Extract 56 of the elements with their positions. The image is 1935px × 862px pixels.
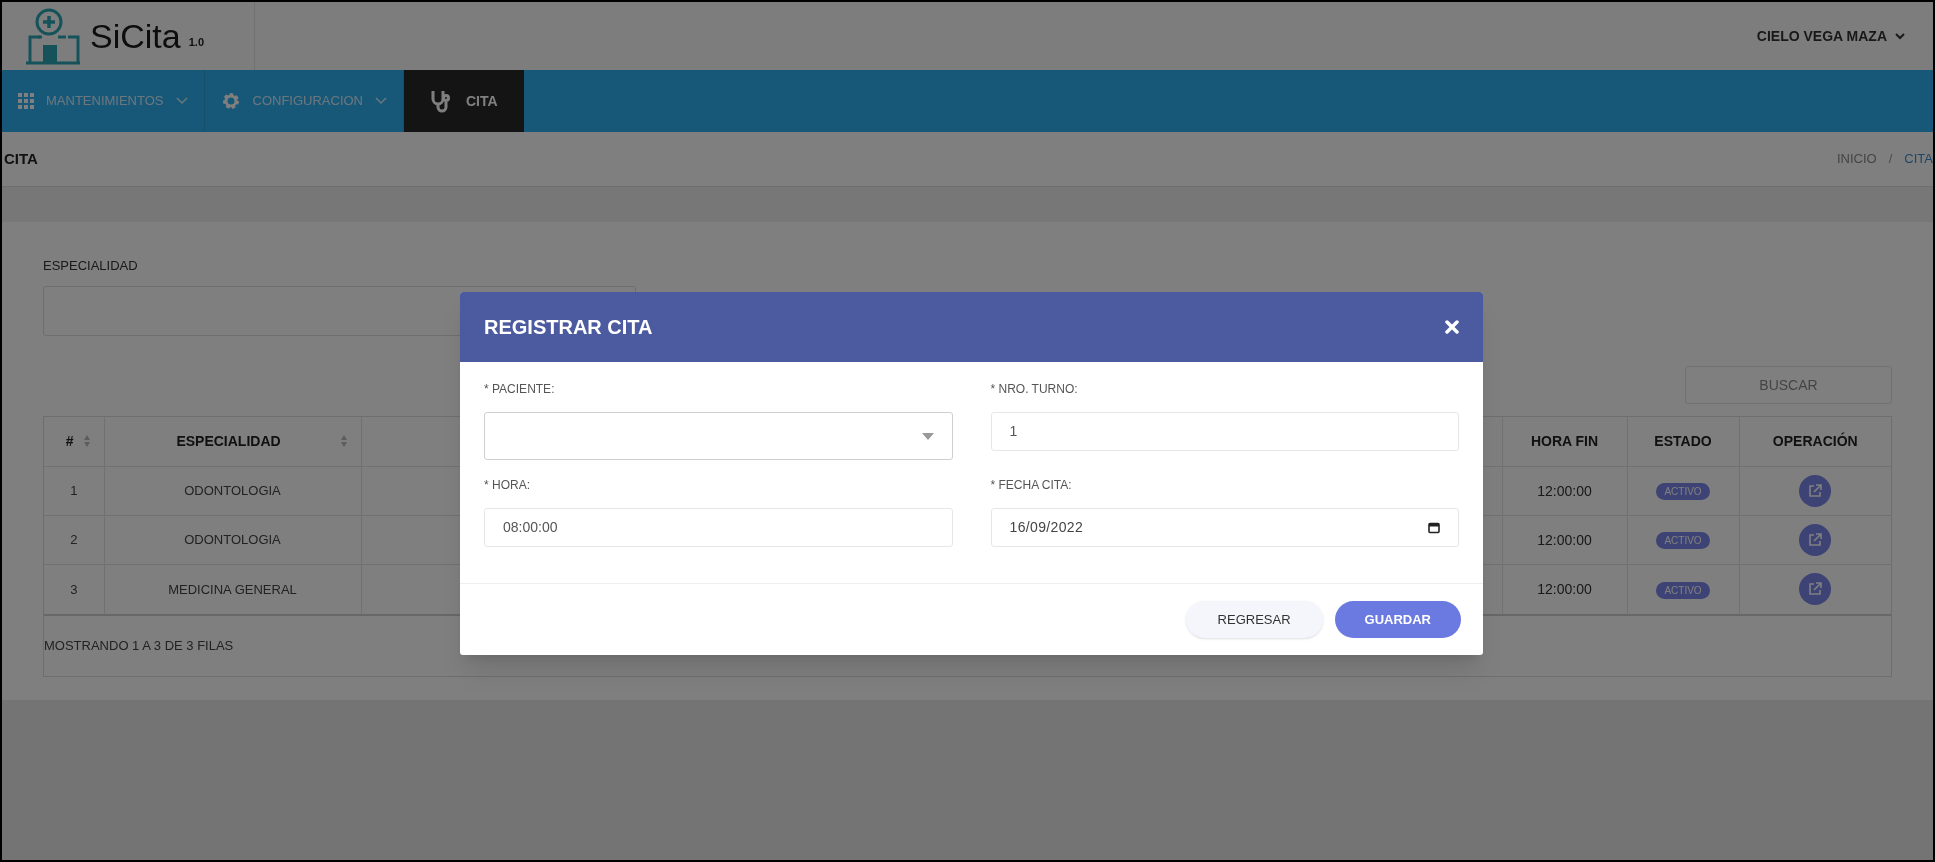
input-field[interactable]: 1 — [990, 412, 1459, 451]
table-cell: 12:00:00 — [1502, 466, 1627, 516]
input-field[interactable]: 08:00:00 — [484, 508, 953, 547]
patient-select[interactable] — [484, 412, 953, 460]
page-title: CITA — [4, 148, 38, 169]
search-field[interactable]: BUSCAR — [1685, 365, 1892, 404]
edit-button[interactable] — [1799, 524, 1832, 556]
breadcrumb-link[interactable]: INICIO — [1837, 149, 1877, 169]
field-label: * FECHA CITA: — [990, 477, 1073, 494]
table-cell: 1 — [44, 466, 104, 516]
field-label: * HORA: — [484, 477, 531, 494]
sort-icon — [340, 434, 349, 449]
column-header[interactable]: HORA FIN — [1502, 416, 1627, 467]
app-name: SiCita — [90, 19, 181, 53]
column-header[interactable]: ESTADO — [1627, 416, 1739, 467]
field-label: * PACIENTE: — [484, 381, 556, 398]
calendar-icon — [1428, 521, 1440, 534]
chevron-down-icon — [175, 97, 188, 105]
status-badge: ACTIVO — [1656, 483, 1710, 501]
column-header[interactable]: OPERACIÓN — [1739, 416, 1891, 467]
table-cell: ODONTOLOGIA — [104, 466, 361, 516]
close-icon[interactable] — [1445, 320, 1459, 334]
edit-button[interactable] — [1799, 475, 1832, 507]
table-footer-text: MOSTRANDO 1 A 3 DE 3 FILAS — [44, 636, 234, 655]
external-link-icon — [1808, 484, 1823, 498]
dropdown-arrow-icon — [921, 432, 934, 440]
table-cell: 12:00:00 — [1502, 515, 1627, 565]
external-link-icon — [1808, 582, 1823, 597]
grid-icon — [18, 93, 34, 109]
table-cell: 12:00:00 — [1502, 564, 1627, 614]
column-header[interactable]: # — [44, 416, 104, 467]
field-label: * NRO. TURNO: — [990, 381, 1079, 398]
table-cell: 3 — [44, 564, 104, 614]
table-cell: MEDICINA GENERAL — [104, 564, 361, 614]
status-badge: ACTIVO — [1656, 581, 1710, 599]
save-button[interactable]: GUARDAR — [1334, 601, 1461, 638]
column-header[interactable]: ESPECIALIDAD — [104, 416, 361, 467]
field-label: ESPECIALIDAD — [43, 257, 139, 275]
nav-tab[interactable]: CITA — [404, 70, 524, 132]
version-label: 1.0 — [188, 34, 204, 50]
external-link-icon — [1808, 533, 1823, 547]
chevron-down-icon — [375, 97, 387, 105]
breadcrumb-link[interactable]: CITA — [1904, 149, 1933, 169]
gear-icon — [220, 91, 241, 111]
chevron-down-icon — [1895, 32, 1905, 40]
user-menu[interactable]: CIELO VEGA MAZA — [1756, 2, 1933, 70]
hospital-logo-icon — [24, 7, 82, 65]
back-button[interactable]: REGRESAR — [1185, 601, 1323, 638]
status-badge: ACTIVO — [1656, 532, 1710, 550]
modal-title: REGISTRAR CITA — [484, 315, 653, 340]
table-cell: ODONTOLOGIA — [104, 515, 361, 565]
edit-button[interactable] — [1799, 573, 1832, 606]
table-cell: 2 — [44, 515, 104, 565]
sort-icon — [83, 434, 92, 449]
date-field[interactable]: 16/09/2022 — [990, 508, 1459, 547]
breadcrumb-separator: / — [1888, 150, 1893, 169]
